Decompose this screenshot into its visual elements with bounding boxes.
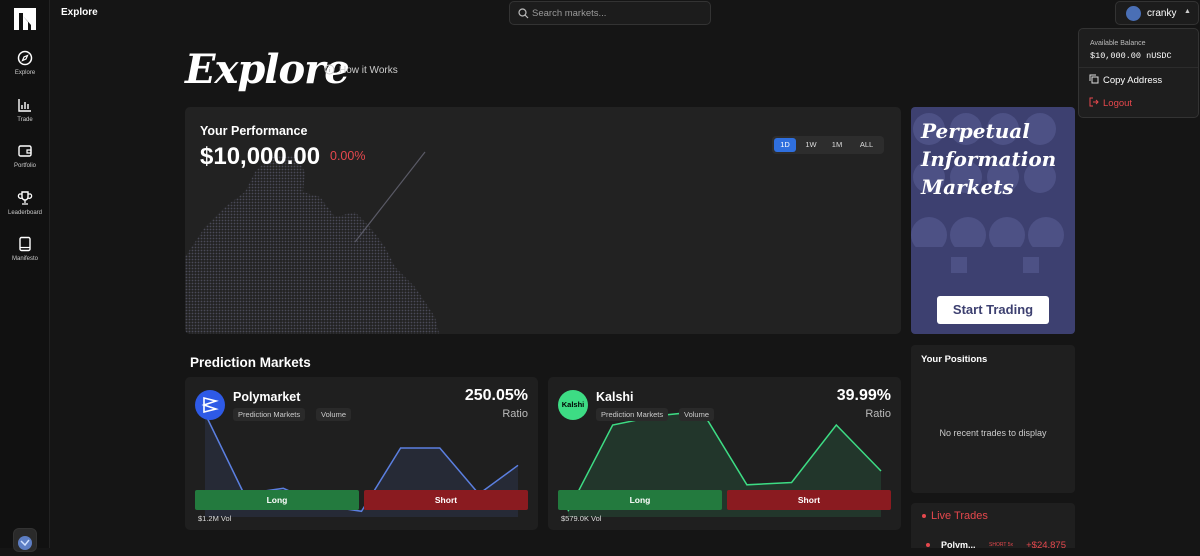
market-ratio-label: Ratio	[865, 408, 891, 420]
range-selector: 1D 1W 1M ALL	[772, 136, 884, 154]
short-button[interactable]: Short	[364, 490, 528, 510]
copy-address-button[interactable]: Copy Address	[1089, 74, 1162, 86]
avatar	[1126, 6, 1141, 21]
promo-line: Information	[921, 147, 1057, 171]
search-input[interactable]	[532, 5, 702, 21]
info-icon	[324, 64, 335, 75]
performance-value: $10,000.00	[200, 143, 321, 170]
range-1d-button[interactable]: 1D	[774, 138, 796, 152]
logout-button[interactable]: Logout	[1089, 97, 1132, 109]
compass-icon	[17, 50, 33, 66]
tag: Volume	[679, 408, 715, 421]
market-card-polymarket[interactable]: Polymarket Prediction Markets Volume 250…	[185, 377, 538, 530]
divider	[1079, 67, 1198, 68]
tag: Volume	[316, 408, 352, 421]
promo-banner: Perpetual Information Markets Start Trad…	[911, 107, 1075, 334]
promo-headline: Perpetual Information Markets	[921, 117, 1056, 201]
book-icon	[19, 236, 31, 252]
wallet-icon	[18, 145, 32, 157]
sidebar-item-manifesto[interactable]: Manifesto	[0, 236, 50, 262]
topbar-title: Explore	[61, 7, 98, 18]
market-volume: $579.0K Vol	[561, 514, 602, 523]
sidebar-item-label: Leaderboard	[7, 210, 43, 216]
range-1m-button[interactable]: 1M	[826, 138, 848, 152]
user-menu-button[interactable]: cranky ▲	[1115, 1, 1199, 25]
kalshi-logo-icon: Kalshi	[558, 390, 588, 420]
sidebar-item-label: Trade	[17, 117, 33, 123]
tag: Prediction Markets	[596, 408, 669, 421]
live-trades-panel: Live Trades Polym... SHORT 5x +$24,875	[911, 503, 1075, 548]
range-1w-button[interactable]: 1W	[800, 138, 822, 152]
start-trading-button[interactable]: Start Trading	[937, 296, 1049, 324]
avatar[interactable]	[13, 528, 37, 552]
sidebar-item-trade[interactable]: Trade	[0, 97, 50, 123]
logo-icon[interactable]	[14, 8, 36, 30]
positions-empty-state: No recent trades to display	[939, 428, 1047, 438]
user-name: cranky	[1147, 8, 1177, 19]
promo-line: Perpetual	[921, 119, 1030, 143]
chevron-up-icon: ▲	[1184, 8, 1191, 15]
copy-icon	[1089, 74, 1099, 84]
sidebar-item-label: Manifesto	[11, 256, 38, 262]
balance-value: $10,000.00 nUSDC	[1090, 51, 1172, 61]
trophy-icon	[17, 191, 33, 205]
long-button[interactable]: Long	[195, 490, 359, 510]
range-all-button[interactable]: ALL	[854, 138, 879, 152]
market-card-kalshi[interactable]: Kalshi Kalshi Prediction Markets Volume …	[548, 377, 901, 530]
polymarket-logo-icon	[195, 390, 225, 420]
violinist-statue-image	[185, 151, 440, 334]
promo-line: Markets	[921, 175, 1014, 199]
trade-side-badge: SHORT 5x	[989, 542, 1013, 548]
short-button[interactable]: Short	[727, 490, 891, 510]
live-trades-title: Live Trades	[931, 510, 988, 522]
how-it-works-label: How it Works	[339, 65, 398, 76]
how-it-works-link[interactable]: How it Works	[324, 64, 398, 76]
trade-amount: +$24,875	[1026, 540, 1066, 548]
copy-address-label: Copy Address	[1103, 75, 1163, 86]
balance-label: Available Balance	[1090, 40, 1146, 47]
bar-chart-icon	[18, 99, 31, 112]
market-volume: $1.2M Vol	[198, 514, 232, 523]
positions-panel: Your Positions No recent trades to displ…	[911, 345, 1075, 493]
live-indicator-icon	[922, 514, 926, 518]
sidebar: Explore Trade Portfolio Leaderboard Mani…	[0, 0, 50, 552]
tag: Prediction Markets	[233, 408, 306, 421]
performance-label: Your Performance	[200, 124, 308, 138]
logout-icon	[1089, 97, 1099, 107]
trade-market: Polym...	[941, 540, 976, 548]
sidebar-item-leaderboard[interactable]: Leaderboard	[0, 190, 50, 216]
sidebar-item-label: Explore	[14, 70, 36, 76]
list-item[interactable]: Polym... SHORT 5x +$24,875	[921, 539, 1071, 548]
section-title: Prediction Markets	[190, 355, 311, 370]
sidebar-item-explore[interactable]: Explore	[0, 50, 50, 76]
sidebar-item-portfolio[interactable]: Portfolio	[0, 143, 50, 169]
positions-title: Your Positions	[921, 354, 988, 365]
market-ratio-label: Ratio	[502, 408, 528, 420]
performance-card: Your Performance $10,000.00 0.00% 1D 1W …	[185, 107, 901, 334]
logout-label: Logout	[1103, 98, 1133, 109]
market-name: Polymarket	[233, 390, 301, 404]
market-ratio-value: 250.05%	[464, 387, 528, 404]
market-ratio-value: 39.99%	[836, 387, 891, 404]
status-dot-icon	[926, 543, 930, 547]
performance-change: 0.00%	[330, 149, 366, 163]
sidebar-item-label: Portfolio	[13, 163, 36, 169]
search-bar[interactable]	[509, 1, 711, 25]
market-name: Kalshi	[596, 390, 634, 404]
user-dropdown: Available Balance $10,000.00 nUSDC Copy …	[1078, 28, 1199, 118]
long-button[interactable]: Long	[558, 490, 722, 510]
search-icon	[518, 8, 529, 19]
